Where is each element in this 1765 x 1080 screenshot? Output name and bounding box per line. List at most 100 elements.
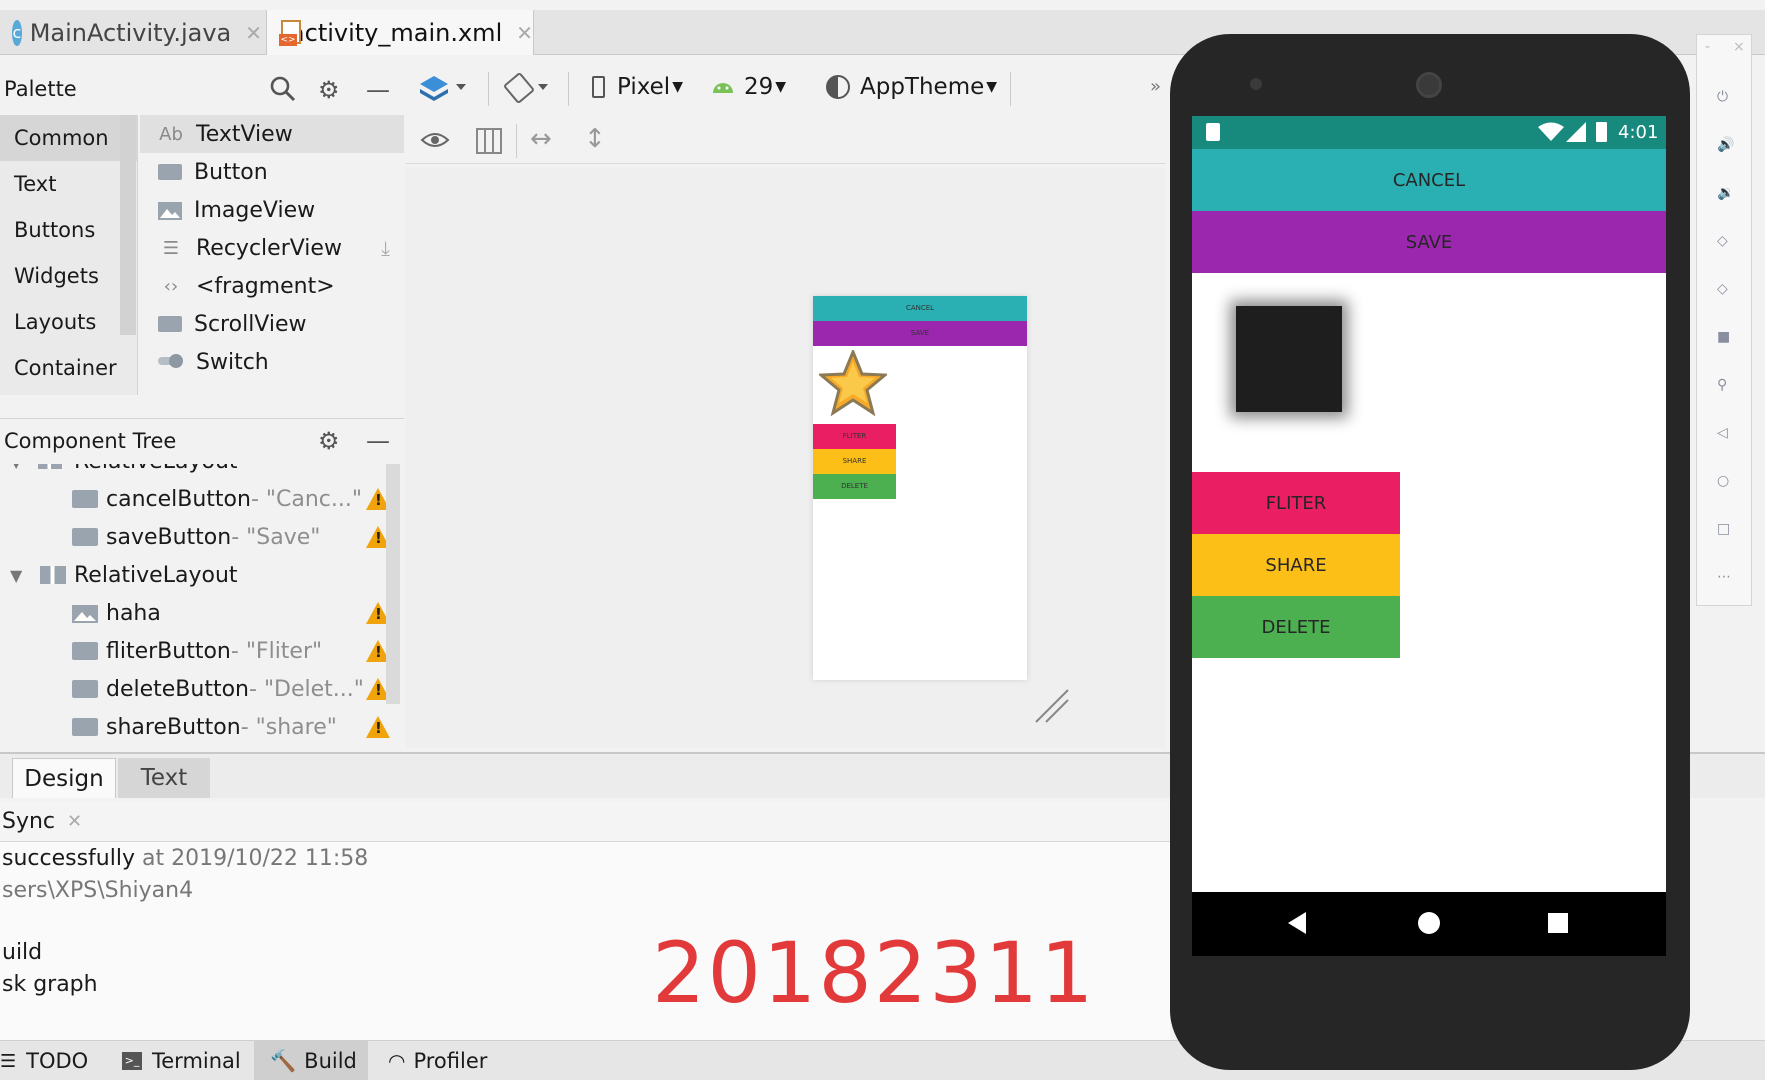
design-canvas[interactable] [406,168,1166,748]
volume-up-icon[interactable]: 🔊 [1717,137,1734,153]
home-icon[interactable] [1418,912,1440,934]
tool-tab-todo[interactable]: ☰ TODO [0,1041,88,1080]
eye-icon[interactable] [420,128,450,156]
tree-row-relativelayout-root[interactable]: ▼ RelativeLayout [0,464,404,480]
gear-icon[interactable]: ⚙ [318,427,340,455]
code-brackets-icon: ‹› [163,275,179,297]
back-icon[interactable]: ◁ [1717,425,1728,441]
close-icon[interactable]: ✕ [245,21,262,45]
palette-category-layouts[interactable]: Layouts [0,299,137,345]
theme-selector[interactable]: AppTheme ▼ [826,74,997,100]
palette-category-widgets[interactable]: Widgets [0,253,137,299]
more-icon[interactable]: ⋯ [1717,569,1731,585]
list-icon: ☰ [162,237,180,259]
download-icon[interactable]: ⤓ [381,236,390,260]
share-button[interactable]: SHARE [1192,534,1400,596]
vertical-resize-icon[interactable]: ↕ [584,124,606,154]
power-icon[interactable]: ⏻ [1717,89,1728,105]
chevron-down-icon[interactable]: ▼ [10,464,22,471]
warning-icon[interactable] [366,716,390,738]
overflow-chevron-icon[interactable]: » [1150,76,1161,97]
rotate-left-icon[interactable]: ◇ [1717,233,1728,249]
palette-item-recyclerview[interactable]: ☰ RecyclerView ⤓ [140,229,404,267]
tree-row-savebutton[interactable]: saveButton- "Save" [0,518,404,556]
layers-icon[interactable] [420,72,470,110]
home-icon[interactable]: ○ [1717,473,1729,489]
tree-row-cancelbutton[interactable]: cancelButton- "Canc..." [0,480,404,518]
palette-scrollbar[interactable] [120,115,136,335]
minimize-icon[interactable]: — [366,427,390,455]
java-class-icon: c [12,19,22,46]
preview-save-button[interactable]: SAVE [813,321,1027,346]
palette-item-switch[interactable]: Switch [140,343,404,381]
horizontal-resize-icon[interactable]: ↔ [530,124,552,154]
palette-item-label: <fragment> [196,273,335,299]
zoom-icon[interactable]: ⚲ [1717,377,1727,393]
tool-tab-terminal[interactable]: >_ Terminal [122,1041,241,1080]
image-icon [72,604,98,629]
tree-scrollbar[interactable] [386,464,400,704]
blueprint-columns-icon[interactable] [476,128,502,158]
camera-icon[interactable]: ■ [1717,329,1730,345]
chevron-down-icon[interactable]: ▼ [10,566,22,585]
palette-header: Palette ⚙ — [0,66,404,112]
api-selector[interactable]: 29 ▼ [712,74,786,100]
device-selector[interactable]: Pixel ▼ [592,74,683,100]
tab-design[interactable]: Design [12,758,116,798]
tab-mainactivity-java[interactable]: c MainActivity.java ✕ [0,10,262,55]
tree-row-fliterbutton[interactable]: fliterButton- "Fliter" [0,632,404,670]
tab-text[interactable]: Text [118,758,210,798]
tree-row-sharebutton[interactable]: shareButton- "share" [0,708,404,746]
close-icon[interactable]: ✕ [516,21,533,45]
layout-preview[interactable]: CANCEL SAVE FLITER SHARE DELETE [813,296,1027,680]
close-icon[interactable]: × [1733,39,1745,55]
preview-cancel-button[interactable]: CANCEL [813,296,1027,321]
back-icon[interactable] [1288,912,1306,934]
palette-category-container[interactable]: Container [0,345,137,391]
palette-item-scrollview[interactable]: ScrollView [140,305,404,343]
preview-share-button[interactable]: SHARE [813,449,896,474]
search-icon[interactable] [270,76,296,108]
preview-delete-button[interactable]: DELETE [813,474,896,499]
overview-icon[interactable] [1548,913,1568,933]
palette-category-buttons[interactable]: Buttons [0,207,137,253]
tab-activity-main-xml[interactable]: <> activity_main.xml ✕ [266,10,534,55]
tree-node-hint: "Fliter" [245,638,323,664]
fliter-button[interactable]: FLITER [1192,472,1400,534]
design-toolbar-secondary: ↔ ↕ [406,118,1166,164]
palette-category-common[interactable]: Common [0,115,137,161]
tree-row-relativelayout[interactable]: ▼ RelativeLayout [0,556,404,594]
signal-icon [1566,122,1586,147]
preview-fliter-button[interactable]: FLITER [813,424,896,449]
status-bar: 4:01 [1192,116,1666,149]
build-tab-sync[interactable]: Sync [2,809,55,834]
theme-icon [826,75,850,99]
tool-tab-profiler[interactable]: ◠ Profiler [388,1041,487,1080]
overview-icon[interactable]: □ [1717,521,1730,537]
tool-tab-build[interactable]: 🔨 Build [254,1041,368,1080]
save-button[interactable]: SAVE [1192,211,1666,273]
palette-item-button[interactable]: Button [140,153,404,191]
palette-item-textview[interactable]: Ab TextView [140,115,404,153]
layout-icon [40,566,66,584]
tree-row-deletebutton[interactable]: deleteButton- "Delet..." [0,670,404,708]
palette-item-fragment[interactable]: ‹› <fragment> [140,267,404,305]
volume-down-icon[interactable]: 🔉 [1717,185,1734,201]
tree-node-sep: - [231,524,247,550]
minimize-icon[interactable]: — [366,76,390,104]
minimize-icon[interactable]: - [1705,39,1710,55]
gear-icon[interactable]: ⚙ [318,76,340,104]
cancel-button[interactable]: CANCEL [1192,149,1666,211]
resize-handle-icon[interactable] [1034,688,1070,724]
rotate-right-icon[interactable]: ◇ [1717,281,1728,297]
orientation-icon[interactable] [504,72,554,110]
delete-button[interactable]: DELETE [1192,596,1400,658]
palette-category-text[interactable]: Text [0,161,137,207]
tree-node-name: RelativeLayout [74,464,238,474]
tree-row-haha[interactable]: haha [0,594,404,632]
palette-item-imageview[interactable]: ImageView [140,191,404,229]
palette-title: Palette [4,77,77,101]
tool-tab-label: Terminal [152,1049,241,1073]
build-status-time: at 2019/10/22 11:58 [135,846,369,871]
close-icon[interactable]: ✕ [67,811,82,832]
